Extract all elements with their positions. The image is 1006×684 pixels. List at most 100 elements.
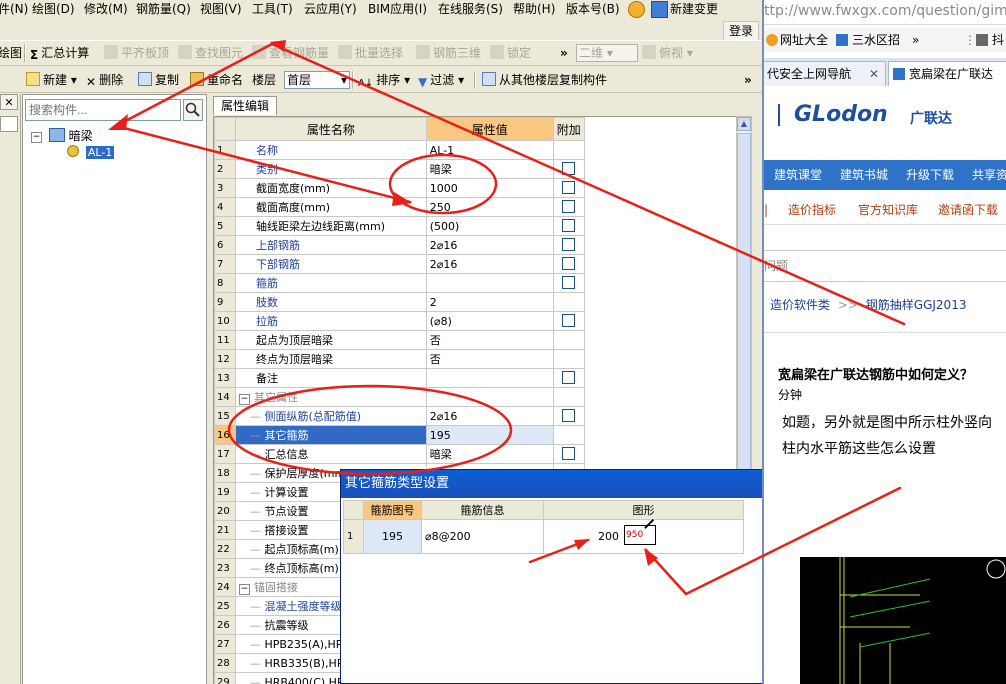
glodon-logo[interactable]: GLodon: [794, 102, 888, 127]
stirrup-row[interactable]: 1 195 ⌀8@200 200 950: [343, 518, 744, 554]
menu-item-draw[interactable]: 绘图(D): [32, 1, 75, 17]
subnav-link-1[interactable]: 造价指标: [788, 196, 836, 224]
property-value-cell[interactable]: [425, 368, 554, 388]
group-collapse-icon[interactable]: −: [238, 394, 250, 405]
extra-checkbox[interactable]: [561, 447, 575, 460]
extra-checkbox[interactable]: [561, 257, 575, 270]
property-value-cell[interactable]: AL-1: [425, 140, 554, 160]
extra-checkbox[interactable]: [561, 276, 575, 289]
breadcrumb-item-2[interactable]: 钢筋抽样GGJ2013: [866, 298, 967, 312]
view-mode-select[interactable]: 二维 ▾: [576, 44, 638, 62]
extra-checkbox[interactable]: [561, 219, 575, 232]
extra-checkbox[interactable]: [561, 181, 575, 194]
property-row[interactable]: 2 类别 暗梁: [214, 159, 737, 179]
property-row[interactable]: 15— 侧面纵筋(总配筋值) 2⌀16: [214, 406, 737, 426]
property-value-cell[interactable]: 否: [425, 349, 554, 369]
property-value-cell[interactable]: 暗梁: [425, 444, 554, 464]
property-value-cell[interactable]: 250: [425, 197, 554, 217]
property-row[interactable]: 6 上部钢筋 2⌀16: [214, 235, 737, 255]
dialog-title-bar[interactable]: 其它箍筋类型设置: [341, 470, 762, 498]
stirrup-fig-no-cell[interactable]: 195: [363, 519, 422, 554]
scroll-up-arrow-icon[interactable]: ▲: [737, 117, 751, 131]
property-row[interactable]: 12 终点为顶层暗梁 否: [214, 349, 737, 369]
fav-overflow-chevron[interactable]: »: [912, 28, 919, 52]
lock-button[interactable]: 锁定: [490, 45, 531, 61]
face-icon[interactable]: [628, 1, 645, 18]
property-row[interactable]: 5 轴线距梁左边线距离(mm) (500): [214, 216, 737, 236]
fav-dots-icon[interactable]: ⋮: [964, 28, 976, 52]
menu-item-view[interactable]: 视图(V): [200, 1, 242, 17]
question-search-bar[interactable]: 问题: [764, 250, 1006, 282]
fav-link-3[interactable]: 抖: [992, 28, 1004, 52]
floor-select[interactable]: 首层 ▾: [284, 71, 350, 89]
property-value-cell[interactable]: [425, 387, 554, 407]
dock-box[interactable]: [0, 116, 18, 132]
search-input[interactable]: [25, 99, 181, 121]
close-icon[interactable]: ✕: [869, 62, 879, 87]
property-row[interactable]: 17— 汇总信息 暗梁: [214, 444, 737, 464]
property-row[interactable]: 11 起点为顶层暗梁 否: [214, 330, 737, 350]
menu-item-new-change[interactable]: 新建变更: [670, 1, 718, 17]
stirrup-shape-cell[interactable]: 200 950: [543, 518, 744, 554]
property-value-cell[interactable]: 1000: [425, 178, 554, 198]
breadcrumb-item-1[interactable]: 造价软件类: [770, 298, 830, 312]
browser-tab-1[interactable]: 代安全上网导航 ✕: [764, 61, 886, 87]
group-collapse-icon[interactable]: −: [238, 584, 250, 595]
toolbar-overflow-chevron[interactable]: »: [560, 45, 568, 61]
property-row[interactable]: 4 截面高度(mm) 250: [214, 197, 737, 217]
property-value-cell[interactable]: 2⌀16: [425, 235, 554, 255]
property-value-cell[interactable]: [425, 273, 554, 293]
globe-icon[interactable]: [651, 1, 668, 18]
tree-child-node[interactable]: AL-1: [67, 145, 115, 159]
close-icon[interactable]: ✕: [0, 94, 18, 110]
find-element-button[interactable]: 查找图元: [178, 45, 243, 61]
menu-item-rebar[interactable]: 钢筋量(Q): [136, 1, 191, 17]
property-row[interactable]: 8 箍筋: [214, 273, 737, 293]
menu-item-cloud[interactable]: 云应用(Y): [304, 1, 357, 17]
fav-link-2[interactable]: 三水区招: [852, 28, 900, 52]
property-row[interactable]: 7 下部钢筋 2⌀16: [214, 254, 737, 274]
rebar-3d-button[interactable]: 钢筋三维: [416, 45, 481, 61]
new-button[interactable]: 新建 ▾: [26, 72, 77, 88]
extra-checkbox[interactable]: [561, 409, 575, 422]
nav-link-3[interactable]: 升级下载: [906, 160, 954, 190]
view-rebar-button[interactable]: 查看钢筋量: [252, 45, 329, 61]
menu-item-n[interactable]: 件(N): [0, 1, 28, 17]
menu-item-tools[interactable]: 工具(T): [252, 1, 293, 17]
property-row[interactable]: 10 拉筋 (⌀8): [214, 311, 737, 331]
address-bar[interactable]: ttp://www.fwxgx.com/question/gimq: [764, 0, 1006, 25]
menu-item-version[interactable]: 版本号(B): [566, 1, 620, 17]
property-value-cell[interactable]: (500): [425, 216, 554, 236]
nav-link-4[interactable]: 共享资: [972, 160, 1006, 190]
property-value-cell[interactable]: 否: [425, 330, 554, 350]
property-value-cell[interactable]: 暗梁: [425, 159, 554, 179]
top-view-button[interactable]: 俯视 ▾: [642, 45, 693, 61]
flat-slab-top-button[interactable]: 平齐板顶: [104, 45, 169, 61]
menu-item-help[interactable]: 帮助(H): [513, 1, 555, 17]
menu-item-online[interactable]: 在线服务(S): [438, 1, 503, 17]
delete-button[interactable]: ✕ 删除: [86, 72, 123, 89]
extra-checkbox[interactable]: [561, 238, 575, 251]
toolbar-overflow-chevron[interactable]: »: [744, 72, 752, 88]
property-value-cell[interactable]: 2⌀16: [425, 406, 554, 426]
property-row[interactable]: 14− 其它属性: [214, 387, 737, 407]
sum-calc-button[interactable]: Σ 汇总计算: [30, 45, 89, 62]
property-row[interactable]: 16— 其它箍筋 195: [214, 425, 737, 445]
subnav-link-3[interactable]: 邀请函下载: [938, 196, 998, 224]
property-row[interactable]: 3 截面宽度(mm) 1000: [214, 178, 737, 198]
draw-button[interactable]: 绘图: [0, 45, 22, 61]
nav-link-2[interactable]: 建筑书城: [840, 160, 888, 190]
tab-property-edit[interactable]: 属性编辑: [213, 96, 277, 115]
property-value-cell[interactable]: 2⌀16: [425, 254, 554, 274]
extra-checkbox[interactable]: [561, 314, 575, 327]
rename-button[interactable]: 重命名: [190, 72, 243, 88]
browser-tab-2[interactable]: 宽扁梁在广联达: [888, 61, 1006, 86]
filter-button[interactable]: ▼ 过滤 ▾: [418, 72, 464, 89]
batch-select-button[interactable]: 批量选择: [338, 45, 403, 61]
property-row[interactable]: 1 名称 AL-1: [214, 140, 737, 160]
search-button[interactable]: [183, 99, 203, 121]
property-value-cell[interactable]: 2: [425, 292, 554, 312]
extra-checkbox[interactable]: [561, 162, 575, 175]
nav-link-1[interactable]: 建筑课堂: [774, 160, 822, 190]
copy-from-floor-button[interactable]: 从其他楼层复制构件: [482, 72, 607, 88]
